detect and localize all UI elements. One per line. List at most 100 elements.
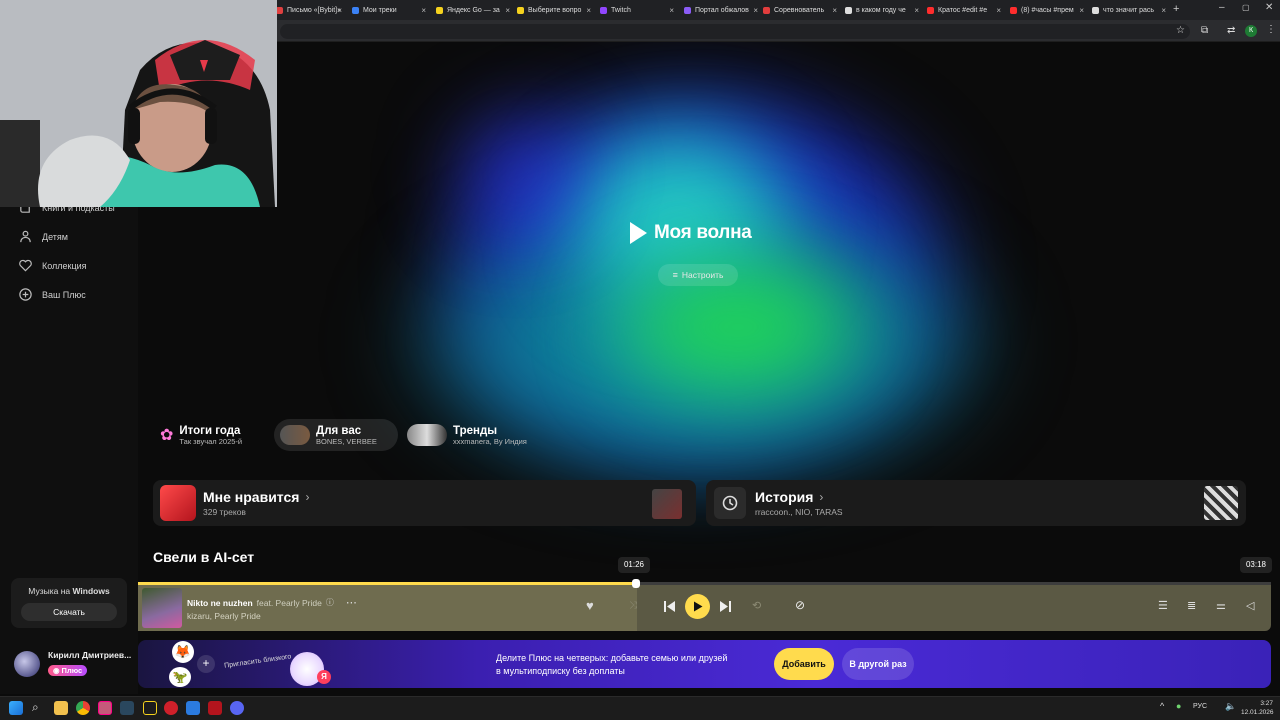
play-icon (630, 222, 647, 244)
track-title[interactable]: Nikto ne nuzhen (187, 598, 253, 608)
next-icon[interactable] (719, 600, 732, 613)
browser-tab[interactable]: Кратос #edit #e × (927, 3, 1001, 18)
chip-subtitle: xxxmanera, By Индия (453, 436, 527, 446)
tab-close-icon[interactable]: × (832, 6, 837, 15)
app-icon[interactable] (143, 701, 157, 715)
tab-close-icon[interactable]: × (1079, 6, 1084, 15)
like-icon[interactable]: ♥ (586, 598, 594, 613)
browser-tab[interactable]: Портал обжалов × (684, 3, 758, 18)
browser-tab[interactable]: Соревнователь × (763, 3, 837, 18)
later-button[interactable]: В другой раз (842, 648, 914, 680)
tab-close-icon[interactable]: × (337, 6, 342, 15)
browser-tab[interactable]: Письмо «[Bybit]» × (276, 3, 342, 18)
history-card[interactable]: История › rraccoon., NIO, TARAS (706, 480, 1246, 526)
clock[interactable]: 3:27 12.01.2026 (1241, 699, 1274, 717)
add-family-button[interactable]: Добавить (774, 648, 834, 680)
shelf-title: История (755, 489, 814, 505)
avatar (14, 651, 40, 677)
tab-close-icon[interactable]: × (421, 6, 426, 15)
file-explorer-icon[interactable] (54, 701, 68, 715)
tab-close-icon[interactable]: × (753, 6, 758, 15)
queue-icon[interactable]: ≣ (1187, 599, 1196, 612)
shelf-subtitle: rraccoon., NIO, TARAS (755, 507, 843, 517)
close-window-button[interactable]: ✕ (1265, 2, 1273, 13)
opera-icon[interactable] (164, 701, 178, 715)
tab-title: (8) #часы #прем (1021, 7, 1074, 14)
tab-close-icon[interactable]: × (996, 6, 1001, 15)
menu-icon[interactable]: ⇄ (1227, 25, 1235, 36)
browser-tab[interactable]: Twitch × (600, 3, 674, 18)
chip-title: Для вас (316, 424, 362, 437)
kebab-menu-icon[interactable]: ⋮ (1266, 24, 1276, 35)
browser-tab[interactable]: что значит рась × (1092, 3, 1166, 18)
sidebar-item-collection[interactable]: Коллекция (18, 258, 87, 273)
info-icon[interactable]: ⓘ (326, 597, 334, 608)
dislike-icon[interactable]: ⊘ (795, 598, 805, 612)
address-bar[interactable] (280, 24, 1190, 39)
shield-icon[interactable] (208, 701, 222, 715)
pencil-app-icon[interactable] (186, 701, 200, 715)
tab-title: Twitch (611, 7, 631, 14)
shelf-title: Мне нравится (203, 489, 300, 505)
promo-title: Музыка на Windows (28, 586, 110, 596)
chip-year-summary[interactable]: ✿ Итоги года Так звучал 2025-й (158, 420, 268, 450)
maximize-button[interactable]: ▢ (1242, 3, 1250, 12)
track-artists[interactable]: kizaru, Pearly Pride (187, 611, 357, 621)
obs-icon[interactable] (98, 701, 112, 715)
play-wave-button[interactable]: Моя волна (628, 221, 752, 245)
tab-close-icon[interactable]: × (669, 6, 674, 15)
tray-chevron-icon[interactable]: ^ (1160, 701, 1164, 711)
chip-trends[interactable]: Тренды xxxmanera, By Индия (407, 420, 547, 450)
chip-cover (280, 425, 310, 445)
avatar-dino: 🦖 (169, 667, 191, 687)
browser-tab[interactable]: Выберите вопро × (517, 3, 591, 18)
volume-icon[interactable]: ◁ (1246, 599, 1254, 612)
tab-favicon-icon (845, 7, 852, 14)
bookmark-star-icon[interactable]: ☆ (1176, 25, 1185, 36)
browser-tab[interactable]: в каком году че × (845, 3, 919, 18)
shuffle-icon[interactable]: ⤨ (629, 600, 637, 611)
windows-start-icon[interactable] (9, 701, 23, 715)
play-button[interactable] (685, 594, 710, 619)
track-cover[interactable] (142, 588, 182, 628)
tab-close-icon[interactable]: × (505, 6, 510, 15)
search-icon[interactable]: ⌕ (32, 700, 39, 715)
language-indicator[interactable]: РУС (1193, 703, 1207, 710)
track-thumb (1204, 486, 1238, 520)
discord-icon[interactable] (230, 701, 244, 715)
equalizer-icon[interactable]: ⚌ (1216, 599, 1226, 612)
sidebar-item-kids[interactable]: Детям (18, 229, 68, 244)
tab-close-icon[interactable]: × (914, 6, 919, 15)
tab-favicon-icon (684, 7, 691, 14)
chip-for-you[interactable]: Для вас BONES, VERBEE (274, 419, 398, 451)
profile-avatar[interactable]: К (1245, 25, 1257, 37)
new-tab-button[interactable]: + (1173, 3, 1179, 15)
previous-icon[interactable] (663, 600, 676, 613)
lyrics-icon[interactable]: ☰ (1158, 599, 1168, 612)
progress-handle[interactable] (632, 579, 640, 588)
windows-app-promo: Музыка на Windows Скачать (11, 578, 127, 628)
minimize-button[interactable]: – (1219, 2, 1225, 13)
tab-close-icon[interactable]: × (586, 6, 591, 15)
extensions-icon[interactable]: ⧉ (1201, 25, 1208, 36)
webcam-overlay (0, 0, 277, 207)
speaker-icon[interactable]: 🔈 (1225, 701, 1236, 712)
tab-close-icon[interactable]: × (1161, 6, 1166, 15)
steam-icon[interactable] (120, 701, 134, 715)
download-button[interactable]: Скачать (21, 603, 117, 621)
tab-favicon-icon (600, 7, 607, 14)
invite-add-button[interactable]: + (197, 655, 215, 673)
heart-icon (19, 259, 32, 272)
browser-tab[interactable]: (8) #часы #прем × (1010, 3, 1084, 18)
browser-tab[interactable]: Яндекс Go — за × (436, 3, 510, 18)
browser-tab[interactable]: Мои треки × (352, 3, 426, 18)
banner-text: Делите Плюс на четверых: добавьте семью … (496, 653, 728, 676)
user-profile[interactable]: Кирилл Дмитриев... ◉ Плюс (14, 650, 131, 678)
wave-settings-button[interactable]: ≡ Настроить (658, 264, 738, 286)
repeat-icon[interactable]: ⟲ (752, 599, 761, 612)
chrome-icon[interactable] (76, 701, 90, 715)
mic-icon[interactable]: ● (1176, 701, 1181, 711)
sidebar-item-plus[interactable]: Ваш Плюс (18, 287, 86, 302)
more-icon[interactable]: ⋯ (346, 596, 357, 609)
liked-tracks-card[interactable]: Мне нравится › 329 треков (153, 480, 696, 526)
